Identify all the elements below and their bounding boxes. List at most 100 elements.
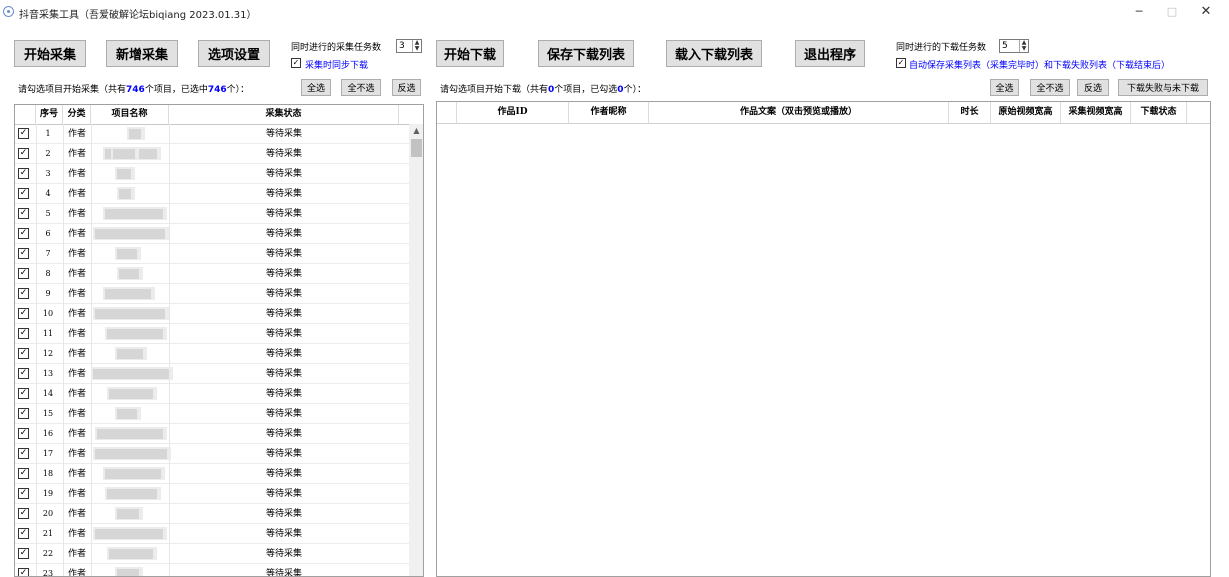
row-checkbox[interactable]: ✓ xyxy=(18,148,29,159)
table-row[interactable]: ✓ 17 作者 等待采集 xyxy=(15,444,409,464)
table-row[interactable]: ✓ 20 作者 等待采集 xyxy=(15,504,409,524)
table-row[interactable]: ✓ 22 作者 等待采集 xyxy=(15,544,409,564)
right-select-all-button[interactable]: 全选 xyxy=(990,79,1019,96)
row-checkbox[interactable]: ✓ xyxy=(18,348,29,359)
header-num[interactable]: 序号 xyxy=(36,105,63,124)
row-project-name xyxy=(91,344,169,364)
row-checkbox[interactable]: ✓ xyxy=(18,268,29,279)
row-checkbox[interactable]: ✓ xyxy=(18,548,29,559)
collect-table-scrollbar[interactable]: ▲ xyxy=(409,124,423,576)
row-checkbox[interactable]: ✓ xyxy=(18,388,29,399)
table-row[interactable]: ✓ 11 作者 等待采集 xyxy=(15,324,409,344)
row-checkbox[interactable]: ✓ xyxy=(18,328,29,339)
row-checkbox[interactable]: ✓ xyxy=(18,168,29,179)
table-row[interactable]: ✓ 12 作者 等待采集 xyxy=(15,344,409,364)
table-row[interactable]: ✓ 5 作者 等待采集 xyxy=(15,204,409,224)
download-table[interactable]: 作品ID 作者昵称 作品文案（双击预览或播放） 时长 原始视频宽高 采集视频宽高… xyxy=(436,101,1211,577)
right-invert-button[interactable]: 反选 xyxy=(1077,79,1109,96)
left-select-all-button[interactable]: 全选 xyxy=(301,79,331,96)
sync-download-checkbox[interactable]: ✓ xyxy=(291,58,301,68)
table-row[interactable]: ✓ 2 作者 等待采集 xyxy=(15,144,409,164)
failed-undownloaded-button[interactable]: 下载失败与未下载 xyxy=(1118,79,1208,96)
table-row[interactable]: ✓ 19 作者 等待采集 xyxy=(15,484,409,504)
row-project-name xyxy=(91,184,169,204)
right-select-none-button[interactable]: 全不选 xyxy=(1030,79,1070,96)
header-project-name[interactable]: 项目名称 xyxy=(91,105,169,124)
table-row[interactable]: ✓ 14 作者 等待采集 xyxy=(15,384,409,404)
row-checkbox[interactable]: ✓ xyxy=(18,188,29,199)
table-row[interactable]: ✓ 6 作者 等待采集 xyxy=(15,224,409,244)
row-checkbox[interactable]: ✓ xyxy=(18,208,29,219)
table-row[interactable]: ✓ 8 作者 等待采集 xyxy=(15,264,409,284)
row-checkbox[interactable]: ✓ xyxy=(18,428,29,439)
header-collected-size[interactable]: 采集视频宽高 xyxy=(1061,102,1131,123)
spinner-arrows-icon[interactable]: ▲ ▼ xyxy=(1019,40,1028,52)
header-work-text[interactable]: 作品文案（双击预览或播放） xyxy=(649,102,949,123)
row-checkbox[interactable]: ✓ xyxy=(18,288,29,299)
minimize-button[interactable]: ─ xyxy=(1125,4,1153,20)
row-checkbox[interactable]: ✓ xyxy=(18,248,29,259)
obscured-name-block xyxy=(117,509,139,519)
header-collect-status[interactable]: 采集状态 xyxy=(169,105,399,124)
obscured-name-block xyxy=(93,369,169,379)
left-invert-button[interactable]: 反选 xyxy=(392,79,421,96)
row-checkbox[interactable]: ✓ xyxy=(18,508,29,519)
row-checkbox[interactable]: ✓ xyxy=(18,308,29,319)
collect-table[interactable]: 序号 分类 项目名称 采集状态 ✓ 1 作者 等待采集 ✓ 2 作者 等待采集 ✓ 3 作者 等待采集… xyxy=(14,104,424,577)
row-status: 等待采集 xyxy=(265,229,302,239)
exit-button[interactable]: 退出程序 xyxy=(795,40,865,67)
options-button[interactable]: 选项设置 xyxy=(198,40,270,67)
row-checkbox[interactable]: ✓ xyxy=(18,488,29,499)
scroll-thumb[interactable] xyxy=(411,139,422,157)
row-checkbox[interactable]: ✓ xyxy=(18,368,29,379)
header-download-status[interactable]: 下载状态 xyxy=(1131,102,1187,123)
table-row[interactable]: ✓ 21 作者 等待采集 xyxy=(15,524,409,544)
table-row[interactable]: ✓ 16 作者 等待采集 xyxy=(15,424,409,444)
table-row[interactable]: ✓ 3 作者 等待采集 xyxy=(15,164,409,184)
row-category: 作者 xyxy=(67,369,86,379)
header-category[interactable]: 分类 xyxy=(63,105,91,124)
table-row[interactable]: ✓ 13 作者 等待采集 xyxy=(15,364,409,384)
row-checkbox[interactable]: ✓ xyxy=(18,568,29,576)
maximize-button[interactable]: □ xyxy=(1158,4,1186,20)
start-download-button[interactable]: 开始下载 xyxy=(436,40,504,67)
row-project-name xyxy=(91,284,169,304)
row-checkbox[interactable]: ✓ xyxy=(18,468,29,479)
header-author-nickname[interactable]: 作者昵称 xyxy=(569,102,649,123)
header-duration[interactable]: 时长 xyxy=(949,102,991,123)
collect-tasks-spinner[interactable]: 3 ▲ ▼ xyxy=(396,39,422,53)
row-checkbox[interactable]: ✓ xyxy=(18,408,29,419)
row-status: 等待采集 xyxy=(265,129,302,139)
table-row[interactable]: ✓ 1 作者 等待采集 xyxy=(15,124,409,144)
download-tasks-spinner[interactable]: 5 ▲ ▼ xyxy=(999,39,1029,53)
table-row[interactable]: ✓ 23 作者 等待采集 xyxy=(15,564,409,576)
autosave-checkbox[interactable]: ✓ xyxy=(896,58,906,68)
collect-tasks-value: 3 xyxy=(399,41,405,51)
row-category: 作者 xyxy=(67,249,86,259)
spinner-arrows-icon[interactable]: ▲ ▼ xyxy=(412,40,421,52)
start-collect-button[interactable]: 开始采集 xyxy=(14,40,86,67)
load-download-list-button[interactable]: 载入下载列表 xyxy=(666,40,762,67)
header-original-size[interactable]: 原始视频宽高 xyxy=(991,102,1061,123)
download-tasks-value: 5 xyxy=(1002,41,1008,51)
row-checkbox[interactable]: ✓ xyxy=(18,528,29,539)
left-select-none-button[interactable]: 全不选 xyxy=(341,79,381,96)
header-work-id[interactable]: 作品ID xyxy=(457,102,569,123)
new-collect-button[interactable]: 新增采集 xyxy=(106,40,178,67)
table-row[interactable]: ✓ 10 作者 等待采集 xyxy=(15,304,409,324)
row-number: 14 xyxy=(42,389,54,398)
scroll-up-icon[interactable]: ▲ xyxy=(409,126,423,138)
close-button[interactable]: ✕ xyxy=(1192,4,1220,20)
save-download-list-button[interactable]: 保存下载列表 xyxy=(538,40,634,67)
row-checkbox[interactable]: ✓ xyxy=(18,128,29,139)
table-row[interactable]: ✓ 4 作者 等待采集 xyxy=(15,184,409,204)
left-info-text: 请勾选项目开始采集（共有746个项目，已选中746个）： xyxy=(18,82,249,95)
table-row[interactable]: ✓ 7 作者 等待采集 xyxy=(15,244,409,264)
row-checkbox[interactable]: ✓ xyxy=(18,448,29,459)
row-project-name xyxy=(91,124,169,144)
table-row[interactable]: ✓ 15 作者 等待采集 xyxy=(15,404,409,424)
row-checkbox[interactable]: ✓ xyxy=(18,228,29,239)
table-row[interactable]: ✓ 9 作者 等待采集 xyxy=(15,284,409,304)
left-info-suffix: 个）： xyxy=(226,85,250,95)
table-row[interactable]: ✓ 18 作者 等待采集 xyxy=(15,464,409,484)
